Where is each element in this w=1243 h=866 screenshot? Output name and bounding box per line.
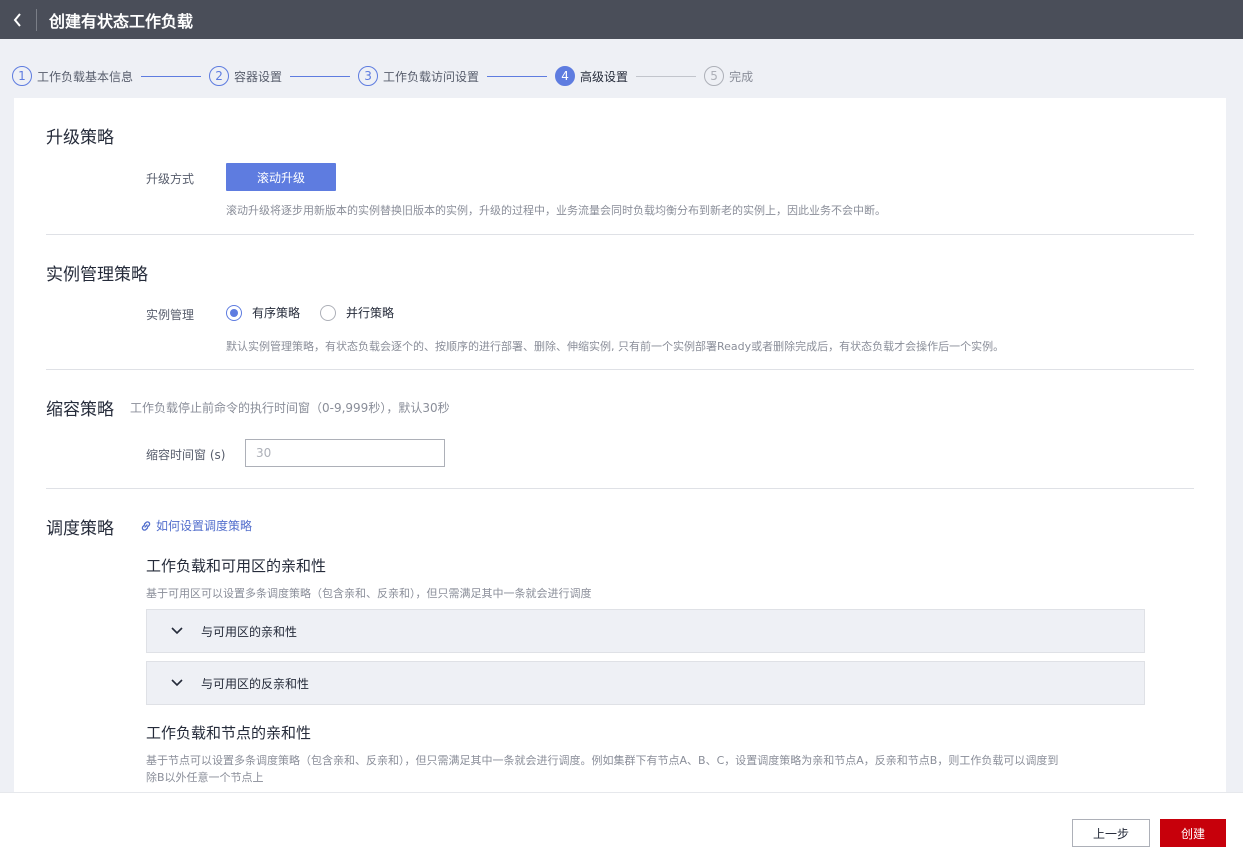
step-connector <box>141 75 202 77</box>
step-connector <box>487 75 548 77</box>
parallel-policy-radio[interactable]: 并行策略 <box>320 304 394 321</box>
ordered-policy-radio[interactable]: 有序策略 <box>226 304 300 321</box>
chevron-down-icon <box>169 675 185 691</box>
upgrade-section-title: 升级策略 <box>46 128 114 148</box>
step-label: 工作负载访问设置 <box>383 69 480 84</box>
az-affinity-description: 基于可用区可以设置多条调度策略（包含亲和、反亲和），但只需满足其中一条就会进行调… <box>146 587 592 600</box>
step-label: 工作负载基本信息 <box>37 69 134 84</box>
step-5: 5 完成 <box>704 66 753 86</box>
scale-in-description: 工作负载停止前命令的执行时间窗（0-9,999秒），默认30秒 <box>130 401 450 415</box>
back-button[interactable] <box>0 0 36 39</box>
az-affinity-title: 工作负载和可用区的亲和性 <box>146 557 327 575</box>
radio-circle <box>226 304 242 321</box>
step-1: 1 工作负载基本信息 <box>12 66 133 86</box>
node-affinity-description-cont: 除B以外任意一个节点上 <box>146 771 264 784</box>
divider <box>46 369 1194 370</box>
settings-panel: 升级策略 升级方式 滚动升级 滚动升级将逐步用新版本的实例替换旧版本的实例，升级… <box>14 98 1226 792</box>
previous-step-button[interactable]: 上一步 <box>1072 819 1150 847</box>
step-number: 2 <box>209 66 230 86</box>
az-affinity-panel[interactable]: 与可用区的亲和性 <box>146 609 1145 653</box>
radio-circle <box>320 304 336 321</box>
node-affinity-description: 基于节点可以设置多条调度策略（包含亲和、反亲和），但只需满足其中一条就会进行调度… <box>146 754 1059 767</box>
top-bar: 创建有状态工作负载 <box>0 0 1243 39</box>
scale-in-window-input[interactable]: 30 <box>245 439 445 467</box>
scheduling-section-title: 调度策略 <box>46 519 114 539</box>
chevron-left-icon <box>13 12 21 27</box>
footer-bar: 上一步 创建 <box>0 792 1243 866</box>
instance-management-label: 实例管理 <box>146 308 195 322</box>
step-number: 4 <box>555 66 576 86</box>
step-3: 3 工作负载访问设置 <box>358 66 479 86</box>
instance-section-title: 实例管理策略 <box>46 265 148 285</box>
step-number: 3 <box>358 66 379 86</box>
step-number: 5 <box>704 66 725 86</box>
step-4: 4 高级设置 <box>555 66 628 86</box>
step-label: 容器设置 <box>234 69 283 84</box>
step-label: 高级设置 <box>580 69 629 84</box>
step-connector <box>636 75 697 77</box>
step-2: 2 容器设置 <box>209 66 282 86</box>
link-label: 如何设置调度策略 <box>156 519 253 533</box>
node-affinity-title: 工作负载和节点的亲和性 <box>146 724 312 742</box>
step-progress: 1 工作负载基本信息 2 容器设置 3 工作负载访问设置 4 高级设置 5 完成 <box>12 66 753 86</box>
step-label: 完成 <box>729 69 754 84</box>
link-icon <box>141 520 151 531</box>
radio-label: 有序策略 <box>252 306 301 320</box>
chevron-down-icon <box>169 623 185 639</box>
divider <box>46 234 1194 235</box>
how-to-set-scheduling-link[interactable]: 如何设置调度策略 <box>140 517 252 534</box>
header-divider <box>36 8 37 31</box>
panel-label: 与可用区的反亲和性 <box>201 676 310 691</box>
create-button[interactable]: 创建 <box>1160 819 1226 847</box>
scale-in-section-title: 缩容策略 <box>46 400 114 420</box>
scale-in-window-label: 缩容时间窗 (s) <box>146 448 226 462</box>
step-connector <box>290 75 351 77</box>
upgrade-method-label: 升级方式 <box>146 172 195 186</box>
input-placeholder: 30 <box>256 446 272 460</box>
divider <box>46 488 1194 489</box>
page-title: 创建有状态工作负载 <box>49 11 194 31</box>
step-number: 1 <box>12 66 32 86</box>
instance-help-text: 默认实例管理策略，有状态负载会逐个的、按顺序的进行部署、删除、伸缩实例, 只有前… <box>226 340 1005 353</box>
panel-label: 与可用区的亲和性 <box>201 624 298 639</box>
upgrade-help-text: 滚动升级将逐步用新版本的实例替换旧版本的实例，升级的过程中，业务流量会同时负载均… <box>226 204 886 217</box>
rolling-upgrade-button[interactable]: 滚动升级 <box>226 163 336 191</box>
az-anti-affinity-panel[interactable]: 与可用区的反亲和性 <box>146 661 1145 705</box>
radio-label: 并行策略 <box>346 306 395 320</box>
